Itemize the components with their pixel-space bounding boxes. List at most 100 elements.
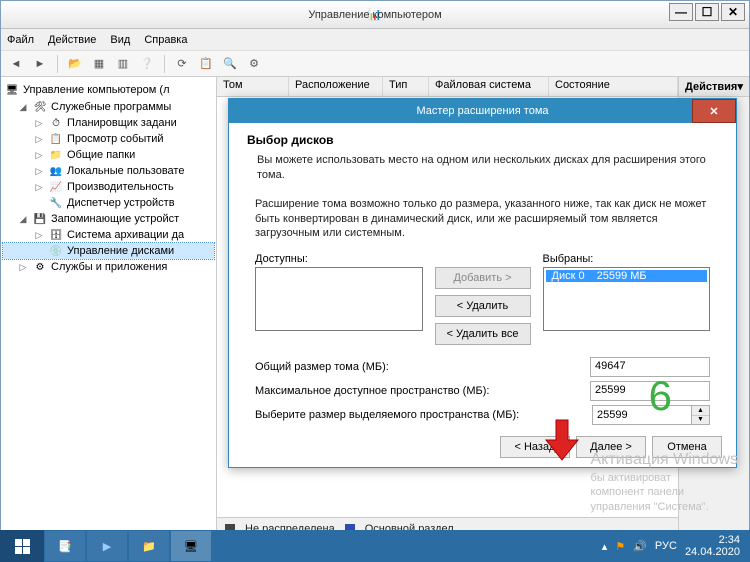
tree-label: Локальные пользовате	[67, 165, 184, 177]
wizard-title-text: Мастер расширения тома	[417, 105, 549, 117]
task-explorer[interactable]: 📁	[129, 531, 169, 561]
tray-network-icon[interactable]: 🔊	[633, 540, 647, 553]
watermark-line: бы активироват	[591, 471, 738, 485]
nav-back-icon[interactable]: ◄	[7, 55, 25, 73]
task-server-manager[interactable]: 📑	[45, 531, 85, 561]
list-header: Том Расположение Тип Файловая система Со…	[217, 77, 678, 97]
list-icon[interactable]: ▥	[114, 55, 132, 73]
col-layout[interactable]: Расположение	[289, 77, 383, 96]
expand-icon[interactable]: ▷	[17, 262, 29, 273]
col-type[interactable]: Тип	[383, 77, 429, 96]
disk-icon: 💿	[49, 244, 63, 258]
tray-time: 2:34	[719, 534, 740, 546]
task-computer-mgmt[interactable]: 🖥	[171, 531, 211, 561]
tree-label: Просмотр событий	[67, 133, 164, 145]
watermark-line: компонент панели	[591, 485, 738, 499]
tree-item-backup[interactable]: ▷ 🗄 Система архивации да	[3, 227, 214, 243]
wizard-close-button[interactable]: ✕	[692, 99, 736, 123]
tree-label: Служебные программы	[51, 101, 171, 113]
wizard-subtitle: Вы можете использовать место на одном ил…	[257, 153, 718, 183]
nav-forward-icon[interactable]: ►	[31, 55, 49, 73]
settings-icon[interactable]: ⚙	[245, 55, 263, 73]
device-icon: 🔧	[49, 196, 63, 210]
select-size-label: Выберите размер выделяемого пространства…	[255, 409, 584, 421]
selected-disks-list[interactable]: Диск 0 25599 МБ	[543, 267, 711, 331]
expand-icon[interactable]: ▷	[33, 166, 45, 177]
spinner-down-icon[interactable]: ▼	[692, 416, 709, 425]
refresh-icon[interactable]: ⟳	[173, 55, 191, 73]
select-size-input[interactable]	[592, 405, 692, 425]
selected-disk-item[interactable]: Диск 0 25599 МБ	[546, 270, 708, 282]
properties-icon[interactable]: ▦	[90, 55, 108, 73]
eventlog-icon: 📋	[49, 132, 63, 146]
titlebar: 📊 Управление компьютером — ☐ ✕	[1, 1, 749, 29]
watermark-line: управления "Система".	[591, 500, 738, 514]
users-icon: 👥	[49, 164, 63, 178]
remove-all-button[interactable]: < Удалить все	[435, 323, 531, 345]
expand-icon[interactable]: ▷	[33, 182, 45, 193]
tree-item-users[interactable]: ▷ 👥 Локальные пользовате	[3, 163, 214, 179]
tree-item-diskmgmt[interactable]: 💿 Управление дисками	[3, 243, 214, 259]
col-volume[interactable]: Том	[217, 77, 289, 96]
tray-language[interactable]: РУС	[655, 540, 677, 552]
wizard-titlebar: Мастер расширения тома ✕	[229, 99, 736, 123]
col-fs[interactable]: Файловая система	[429, 77, 549, 96]
add-button[interactable]: Добавить >	[435, 267, 531, 289]
maximize-button[interactable]: ☐	[695, 3, 719, 21]
remove-button[interactable]: < Удалить	[435, 295, 531, 317]
minimize-button[interactable]: —	[669, 3, 693, 21]
taskbar: 📑 ▶ 📁 🖥 ▴ ⚑ 🔊 РУС 2:34 24.04.2020	[0, 530, 750, 562]
tree-group-utilities[interactable]: ◢ 🛠 Служебные программы	[3, 99, 214, 115]
col-state[interactable]: Состояние	[549, 77, 678, 96]
menubar: Файл Действие Вид Справка	[1, 29, 749, 51]
tree-item-folders[interactable]: ▷📁Общие папки	[3, 147, 214, 163]
tray-date: 24.04.2020	[685, 546, 740, 558]
expand-icon[interactable]: ▷	[33, 230, 45, 241]
tree-root-label: Управление компьютером (л	[23, 84, 170, 96]
collapse-icon[interactable]: ◢	[17, 102, 29, 113]
tree-item-events[interactable]: ▷ 📋 Просмотр событий	[3, 131, 214, 147]
folder-icon[interactable]: 📂	[66, 55, 84, 73]
activation-watermark: Активация Windows бы активироват компоне…	[591, 450, 738, 514]
search-icon[interactable]: 🔍	[221, 55, 239, 73]
toolbar: ◄ ► 📂 ▦ ▥ ❔ ⟳ 📋 🔍 ⚙	[1, 51, 749, 77]
clock-icon: ⏱	[49, 116, 63, 130]
start-button[interactable]	[0, 530, 44, 562]
selected-label: Выбраны:	[543, 253, 711, 265]
system-tray: ▴ ⚑ 🔊 РУС 2:34 24.04.2020	[592, 534, 750, 558]
tray-security-icon[interactable]: ⚑	[615, 540, 625, 553]
tree-group-storage[interactable]: ◢💾Запоминающие устройст	[3, 211, 214, 227]
dropdown-icon[interactable]: ▾	[737, 80, 743, 93]
tree-item-devmgr[interactable]: 🔧Диспетчер устройств	[3, 195, 214, 211]
tree-label: Общие папки	[67, 149, 135, 161]
tray-show-hidden-icon[interactable]: ▴	[602, 540, 608, 553]
tree-item-perf[interactable]: ▷📈Производительность	[3, 179, 214, 195]
available-disks-list[interactable]	[255, 267, 423, 331]
tree-root[interactable]: 🖥Управление компьютером (л	[3, 81, 214, 99]
collapse-icon[interactable]: ◢	[17, 214, 29, 225]
help-icon[interactable]: ❔	[138, 55, 156, 73]
expand-icon[interactable]: ▷	[33, 134, 45, 145]
task-powershell[interactable]: ▶	[87, 531, 127, 561]
menu-action[interactable]: Действие	[48, 34, 96, 46]
export-icon[interactable]: 📋	[197, 55, 215, 73]
menu-view[interactable]: Вид	[110, 34, 130, 46]
tree-group-services[interactable]: ▷⚙Службы и приложения	[3, 259, 214, 275]
window-title: Управление компьютером	[308, 9, 441, 21]
tree-label: Службы и приложения	[51, 261, 167, 273]
menu-file[interactable]: Файл	[7, 34, 34, 46]
separator	[57, 55, 58, 73]
tools-icon: 🛠	[33, 100, 47, 114]
expand-icon[interactable]: ▷	[33, 118, 45, 129]
tray-clock[interactable]: 2:34 24.04.2020	[685, 534, 740, 558]
tree-label: Управление дисками	[67, 245, 174, 257]
tree-label: Запоминающие устройст	[51, 213, 179, 225]
annotation-arrow-icon	[542, 418, 582, 462]
spinner-up-icon[interactable]: ▲	[692, 406, 709, 416]
backup-icon: 🗄	[49, 228, 63, 242]
tree-item-scheduler[interactable]: ▷⏱Планировщик задани	[3, 115, 214, 131]
expand-icon[interactable]: ▷	[33, 150, 45, 161]
menu-help[interactable]: Справка	[144, 34, 187, 46]
close-button[interactable]: ✕	[721, 3, 745, 21]
tree-label: Система архивации да	[67, 229, 184, 241]
